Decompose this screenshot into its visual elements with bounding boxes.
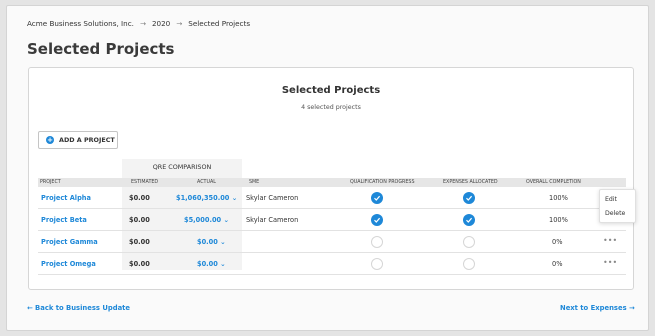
- col-header-qualification: QUALIFICATION PROGRESS: [350, 180, 415, 185]
- estimated-value: $0.00: [129, 260, 150, 268]
- sme-name: Skylar Cameron: [246, 216, 299, 224]
- expenses-pending-icon: [463, 258, 475, 270]
- col-header-expenses: EXPENSES ALLOCATED: [443, 180, 498, 185]
- menu-item-delete[interactable]: Delete: [605, 210, 625, 217]
- estimated-value: $0.00: [129, 238, 150, 246]
- table-row: Project Gamma $0.00 $0.00 ⌄ 0% •••: [38, 231, 626, 253]
- row-context-menu: Edit Delete: [599, 189, 636, 223]
- col-header-completion: OVERALL COMPLETION: [526, 180, 581, 185]
- plus-icon: +: [46, 136, 54, 144]
- estimated-value: $0.00: [129, 194, 150, 202]
- qualification-check-icon: [371, 214, 383, 226]
- table-row: Project Omega $0.00 $0.00 ⌄ 0% •••: [38, 253, 626, 275]
- qre-comparison-header: QRE COMPARISON: [152, 163, 212, 171]
- project-link[interactable]: Project Beta: [41, 216, 87, 224]
- breadcrumb-item-current: Selected Projects: [188, 19, 251, 28]
- selected-projects-card: Selected Projects 4 selected projects + …: [28, 67, 636, 290]
- more-options-icon[interactable]: •••: [603, 236, 617, 245]
- breadcrumb-separator-icon: →: [176, 19, 183, 28]
- table-row: Project Alpha $0.00 $1,060,350.00 ⌄ Skyl…: [38, 187, 626, 209]
- expenses-check-icon: [463, 192, 475, 204]
- completion-percent: 0%: [552, 260, 563, 268]
- col-header-project: PROJECT: [40, 180, 61, 185]
- project-link[interactable]: Project Alpha: [41, 194, 91, 202]
- completion-percent: 100%: [549, 216, 568, 224]
- col-header-actual: ACTUAL: [197, 180, 216, 185]
- actual-value-dropdown[interactable]: $0.00 ⌄: [197, 260, 226, 268]
- breadcrumb-separator-icon: →: [139, 19, 146, 28]
- chevron-down-icon: ⌄: [223, 216, 229, 224]
- completion-percent: 0%: [552, 238, 563, 246]
- add-project-button[interactable]: + ADD A PROJECT: [38, 131, 118, 149]
- table-row: Project Beta $0.00 $5,000.00 ⌄ Skylar Ca…: [38, 209, 626, 231]
- actual-value: $5,000.00: [184, 216, 222, 224]
- project-link[interactable]: Project Gamma: [41, 238, 98, 246]
- actual-value: $0.00: [197, 260, 218, 268]
- card-subtitle: 4 selected projects: [301, 104, 361, 111]
- actual-value-dropdown[interactable]: $0.00 ⌄: [197, 238, 226, 246]
- qualification-check-icon: [371, 192, 383, 204]
- expenses-pending-icon: [463, 236, 475, 248]
- actual-value-dropdown[interactable]: $5,000.00 ⌄: [184, 216, 229, 224]
- breadcrumb: Acme Business Solutions, Inc. → 2020 → S…: [27, 19, 250, 28]
- estimated-value: $0.00: [129, 216, 150, 224]
- page-title: Selected Projects: [27, 40, 175, 58]
- expenses-check-icon: [463, 214, 475, 226]
- back-link[interactable]: ← Back to Business Update: [27, 304, 130, 312]
- sme-name: Skylar Cameron: [246, 194, 299, 202]
- col-header-estimated: ESTIMATED: [131, 180, 159, 185]
- actual-value-dropdown[interactable]: $1,060,350.00 ⌄: [176, 194, 237, 202]
- breadcrumb-item-company[interactable]: Acme Business Solutions, Inc.: [27, 19, 134, 28]
- breadcrumb-item-year[interactable]: 2020: [152, 19, 170, 28]
- app-frame: Acme Business Solutions, Inc. → 2020 → S…: [6, 5, 649, 331]
- completion-percent: 100%: [549, 194, 568, 202]
- actual-value: $0.00: [197, 238, 218, 246]
- card-title: Selected Projects: [281, 85, 381, 96]
- project-link[interactable]: Project Omega: [41, 260, 96, 268]
- qualification-pending-icon: [371, 236, 383, 248]
- actual-value: $1,060,350.00: [176, 194, 230, 202]
- add-project-label: ADD A PROJECT: [59, 136, 115, 144]
- more-options-icon[interactable]: •••: [603, 258, 617, 267]
- menu-item-edit[interactable]: Edit: [605, 196, 617, 203]
- chevron-down-icon: ⌄: [220, 238, 226, 246]
- next-link[interactable]: Next to Expenses →: [560, 304, 635, 312]
- col-header-sme: SME: [249, 180, 260, 185]
- chevron-down-icon: ⌄: [220, 260, 226, 268]
- chevron-down-icon: ⌄: [231, 194, 238, 202]
- qualification-pending-icon: [371, 258, 383, 270]
